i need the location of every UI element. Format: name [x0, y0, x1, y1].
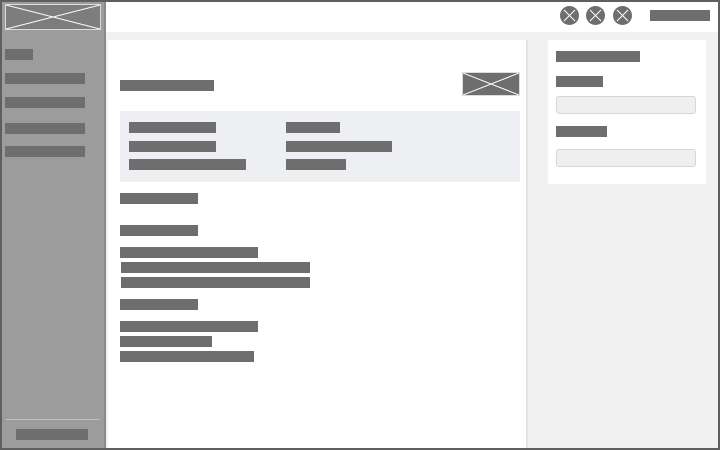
right-panel — [548, 40, 706, 184]
circle-icon[interactable] — [586, 6, 605, 25]
text-line — [120, 351, 254, 362]
main-panel — [108, 40, 528, 448]
section-heading — [120, 299, 198, 310]
info-label — [129, 141, 216, 152]
panel-title — [556, 51, 640, 62]
app-window — [0, 0, 720, 450]
sidebar-footer-link[interactable] — [16, 429, 88, 440]
image-placeholder-icon — [6, 5, 100, 29]
text-input-field[interactable] — [556, 149, 696, 167]
sidebar-item-3[interactable] — [5, 97, 85, 108]
section-heading — [120, 193, 198, 204]
field-label — [556, 126, 607, 137]
info-summary-box — [120, 111, 520, 182]
info-value — [286, 122, 340, 133]
top-bar — [106, 2, 718, 32]
sidebar — [2, 2, 106, 448]
logo-image-placeholder-icon — [5, 4, 101, 30]
text-line — [121, 262, 310, 273]
sidebar-item-5[interactable] — [5, 146, 85, 157]
sidebar-item-1[interactable] — [5, 49, 33, 60]
info-label — [129, 122, 216, 133]
image-placeholder-icon — [463, 73, 519, 95]
text-line — [120, 336, 212, 347]
hero-image — [462, 72, 520, 96]
sidebar-divider — [6, 419, 100, 420]
info-value — [286, 141, 392, 152]
text-input-field[interactable] — [556, 96, 696, 114]
text-line — [120, 321, 258, 332]
sidebar-item-2[interactable] — [5, 73, 85, 84]
circle-icon[interactable] — [560, 6, 579, 25]
page-title — [120, 80, 214, 91]
circle-icon[interactable] — [613, 6, 632, 25]
info-label — [129, 159, 246, 170]
text-line — [120, 247, 258, 258]
section-heading — [120, 225, 198, 236]
sidebar-item-4[interactable] — [5, 123, 85, 134]
field-label — [556, 76, 603, 87]
text-line — [121, 277, 310, 288]
user-menu-label[interactable] — [650, 10, 710, 21]
info-value — [286, 159, 346, 170]
